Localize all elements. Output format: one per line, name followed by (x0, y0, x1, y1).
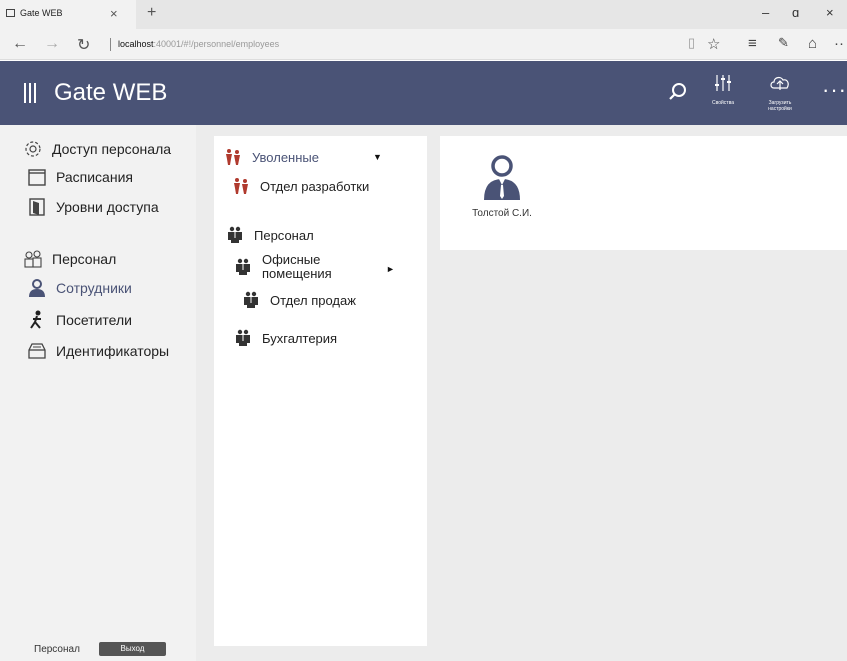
employee-list: Толстой С.И. (440, 136, 847, 250)
visitor-icon (26, 309, 48, 331)
tree-item-label: Уволенные (252, 149, 319, 165)
url-field[interactable]: localhost:40001/#!/personnel/employees (118, 39, 279, 49)
web-note-icon[interactable]: ✎ (778, 35, 789, 51)
people-icon (22, 248, 44, 270)
tree-item-dismissed[interactable]: Уволенные (224, 148, 319, 166)
dismissed-people-icon (224, 148, 242, 166)
card-box-icon (26, 340, 48, 362)
group-icon (234, 329, 252, 347)
sidebar-item-label: Уровни доступа (56, 199, 159, 215)
app-header: Gate WEB Свойства Загрузить настройки ··… (0, 61, 847, 125)
sidebar-item-personnel[interactable]: Персонал (22, 247, 116, 271)
calendar-icon (26, 166, 48, 188)
share-icon[interactable]: ⌂ (808, 35, 817, 52)
upload-settings-button[interactable]: Загрузить настройки (758, 73, 802, 112)
browser-tab-bar: Gate WEB × + – ɑ × (0, 0, 847, 29)
tab-close-button[interactable]: × (110, 6, 118, 21)
sidebar-item-label: Посетители (56, 312, 132, 328)
url-host: localhost (118, 39, 154, 49)
tab-title: Gate WEB (20, 8, 63, 18)
main-content: Уволенные ▼ Отдел разработки Персонал Оф… (196, 125, 847, 661)
reading-view-icon[interactable]: ▯ (688, 35, 695, 51)
sidebar-item-staff-access[interactable]: Доступ персонала (22, 137, 171, 161)
employee-avatar-icon (482, 154, 522, 200)
tree-item-label: Офисные помещения (262, 252, 332, 281)
restore-button[interactable]: ɑ (792, 5, 799, 20)
sidebar-item-label: Доступ персонала (52, 141, 172, 157)
url-separator (110, 38, 111, 51)
sidebar-item-schedules[interactable]: Расписания (26, 165, 133, 189)
employee-icon (26, 277, 48, 299)
more-options-icon[interactable]: ··· (822, 77, 847, 103)
tree-item-label: Отдел разработки (260, 178, 370, 194)
properties-label: Свойства (712, 100, 734, 106)
url-path: :40001/#!/personnel/employees (153, 39, 280, 49)
properties-button[interactable]: Свойства (701, 73, 745, 106)
browser-tab[interactable]: Gate WEB × (0, 0, 136, 29)
logout-button[interactable]: Выход (99, 642, 166, 656)
minimize-button[interactable]: – (762, 5, 769, 20)
refresh-icon[interactable]: ↻ (77, 35, 90, 55)
back-arrow-icon[interactable]: ← (12, 35, 28, 53)
tree-item-personnel[interactable]: Персонал (226, 226, 314, 244)
tree-item-label: Персонал (254, 227, 314, 243)
cloud-upload-icon (770, 76, 789, 90)
tree-item-development-dept[interactable]: Отдел разработки (232, 177, 369, 195)
employee-card[interactable]: Толстой С.И. (462, 152, 542, 232)
hub-icon[interactable]: ≡ (748, 35, 757, 52)
sidebar-item-label: Идентификаторы (56, 343, 170, 359)
sidebar-item-access-levels[interactable]: Уровни доступа (26, 195, 159, 219)
employee-name: Толстой С.И. (472, 208, 532, 219)
door-icon (26, 196, 48, 218)
more-icon[interactable]: ·· (834, 35, 844, 52)
sidebar-item-label: Сотрудники (56, 280, 132, 296)
group-icon (234, 258, 252, 276)
sidebar-item-visitors[interactable]: Посетители (26, 308, 132, 332)
sidebar: Доступ персонала Расписания Уровни досту… (0, 125, 196, 661)
department-tree: Уволенные ▼ Отдел разработки Персонал Оф… (214, 136, 427, 646)
tree-item-label: Бухгалтерия (262, 330, 338, 346)
page-icon (6, 9, 15, 17)
group-icon (226, 226, 244, 244)
sliders-icon (715, 75, 731, 91)
favorite-star-icon[interactable]: ☆ (707, 35, 720, 53)
tree-item-label: Отдел продаж (270, 292, 356, 308)
group-icon (242, 291, 260, 309)
new-tab-button[interactable]: + (147, 4, 156, 22)
gear-icon (22, 138, 44, 160)
upload-settings-label: Загрузить настройки (768, 100, 792, 112)
sidebar-item-identifiers[interactable]: Идентификаторы (26, 339, 169, 363)
menu-icon[interactable] (24, 83, 36, 103)
app-title: Gate WEB (54, 79, 168, 106)
sidebar-item-label: Персонал (52, 251, 117, 267)
search-icon[interactable] (664, 78, 692, 106)
sidebar-item-employees[interactable]: Сотрудники (26, 276, 132, 300)
tree-item-accounting[interactable]: Бухгалтерия (234, 329, 337, 347)
tree-item-sales-dept[interactable]: Отдел продаж (242, 291, 356, 309)
close-window-button[interactable]: × (826, 5, 834, 20)
current-section-label: Персонал (34, 644, 80, 655)
expand-arrow-icon[interactable]: ► (386, 264, 395, 274)
sidebar-item-label: Расписания (56, 169, 133, 185)
tree-item-office-rooms[interactable]: Офисные помещения (234, 253, 342, 281)
collapse-arrow-icon[interactable]: ▼ (373, 152, 382, 162)
dismissed-people-icon (232, 177, 250, 195)
forward-arrow-icon[interactable]: → (44, 35, 60, 53)
address-bar: ← → ↻ localhost:40001/#!/personnel/emplo… (0, 29, 847, 60)
